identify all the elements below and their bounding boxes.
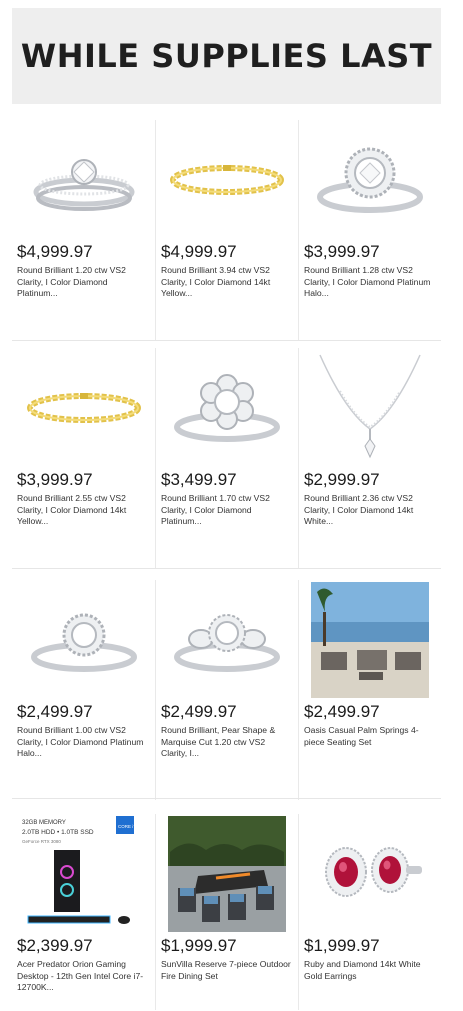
product-price[interactable]: $2,499.97 [161, 702, 237, 722]
halo-diamond-ring-icon[interactable] [303, 120, 437, 240]
product-description[interactable]: Round Brilliant, Pear Shape & Marquise C… [161, 725, 291, 760]
product-card[interactable]: $3,999.97 Round Brilliant 1.28 ctw VS2 C… [298, 120, 441, 340]
product-price[interactable]: $2,499.97 [17, 702, 93, 722]
product-card[interactable]: $1,999.97 SunVilla Reserve 7-piece Outdo… [155, 814, 298, 1010]
row-divider [12, 568, 441, 569]
product-price[interactable]: $1,999.97 [161, 936, 237, 956]
product-description[interactable]: Round Brilliant 1.70 ctw VS2 Clarity, I … [161, 493, 291, 528]
product-description[interactable]: Round Brilliant 1.00 ctw VS2 Clarity, I … [17, 725, 147, 760]
three-stone-diamond-ring-icon[interactable] [160, 580, 294, 700]
banner-title: WHILE SUPPLIES LAST [20, 37, 433, 75]
gold-link-bracelet-icon[interactable] [16, 348, 151, 468]
promo-banner: WHILE SUPPLIES LAST [12, 8, 441, 104]
product-price[interactable]: $3,499.97 [161, 470, 237, 490]
product-price[interactable]: $2,999.97 [304, 470, 380, 490]
product-row: 32GB MEMORY 2.0TB HDD • 1.0TB SSD GeForc… [12, 814, 441, 1010]
product-description[interactable]: Ruby and Diamond 14kt White Gold Earring… [304, 959, 434, 982]
desktop-storage-text: 2.0TB HDD • 1.0TB SSD [22, 829, 94, 836]
halo-diamond-ring-icon[interactable] [16, 580, 151, 700]
product-description[interactable]: Acer Predator Orion Gaming Desktop - 12t… [17, 959, 147, 994]
product-card[interactable]: $2,499.97 Round Brilliant, Pear Shape & … [155, 580, 298, 800]
product-price[interactable]: $4,999.97 [17, 242, 93, 262]
product-description[interactable]: Oasis Casual Palm Springs 4-piece Seatin… [304, 725, 434, 748]
product-card[interactable]: $3,499.97 Round Brilliant 1.70 ctw VS2 C… [155, 348, 298, 568]
product-row: $3,999.97 Round Brilliant 2.55 ctw VS2 C… [12, 348, 441, 568]
diamond-necklace-icon[interactable] [303, 348, 437, 468]
ruby-diamond-earrings-icon[interactable] [303, 814, 437, 934]
row-divider [12, 340, 441, 341]
gold-link-bracelet-icon[interactable] [160, 120, 294, 240]
product-description[interactable]: Round Brilliant 2.55 ctw VS2 Clarity, I … [17, 493, 147, 528]
product-card[interactable]: $2,499.97 Oasis Casual Palm Springs 4-pi… [298, 580, 441, 800]
product-card[interactable]: $4,999.97 Round Brilliant 1.20 ctw VS2 C… [12, 120, 155, 340]
product-description[interactable]: Round Brilliant 1.20 ctw VS2 Clarity, I … [17, 265, 147, 300]
product-description[interactable]: Round Brilliant 1.28 ctw VS2 Clarity, I … [304, 265, 434, 300]
product-row: $2,499.97 Round Brilliant 1.00 ctw VS2 C… [12, 580, 441, 800]
product-description[interactable]: Round Brilliant 3.94 ctw VS2 Clarity, I … [161, 265, 291, 300]
product-description[interactable]: Round Brilliant 2.36 ctw VS2 Clarity, I … [304, 493, 434, 528]
patio-seating-set-icon[interactable] [303, 580, 437, 700]
product-card[interactable]: $3,999.97 Round Brilliant 2.55 ctw VS2 C… [12, 348, 155, 568]
product-card[interactable]: $2,999.97 Round Brilliant 2.36 ctw VS2 C… [298, 348, 441, 568]
product-price[interactable]: $4,999.97 [161, 242, 237, 262]
product-price[interactable]: $3,999.97 [304, 242, 380, 262]
outdoor-fire-dining-set-icon[interactable] [160, 814, 294, 934]
product-card[interactable]: 32GB MEMORY 2.0TB HDD • 1.0TB SSD GeForc… [12, 814, 155, 1010]
product-price[interactable]: $1,999.97 [304, 936, 380, 956]
product-price[interactable]: $2,399.97 [17, 936, 93, 956]
flower-diamond-ring-icon[interactable] [160, 348, 294, 468]
product-description[interactable]: SunVilla Reserve 7-piece Outdoor Fire Di… [161, 959, 291, 982]
row-divider [12, 798, 441, 799]
intel-core-badge-text: CORE i7 [118, 824, 136, 829]
diamond-bridal-ring-set-icon[interactable] [16, 120, 151, 240]
product-price[interactable]: $3,999.97 [17, 470, 93, 490]
desktop-memory-text: 32GB MEMORY [22, 820, 66, 826]
product-card[interactable]: $1,999.97 Ruby and Diamond 14kt White Go… [298, 814, 441, 1010]
product-card[interactable]: $2,499.97 Round Brilliant 1.00 ctw VS2 C… [12, 580, 155, 800]
gaming-desktop-icon[interactable]: 32GB MEMORY 2.0TB HDD • 1.0TB SSD GeForc… [16, 814, 151, 934]
product-price[interactable]: $2,499.97 [304, 702, 380, 722]
product-row: $4,999.97 Round Brilliant 1.20 ctw VS2 C… [12, 120, 441, 340]
product-card[interactable]: $4,999.97 Round Brilliant 3.94 ctw VS2 C… [155, 120, 298, 340]
desktop-gpu-text: GeForce RTX 3080 [22, 839, 61, 844]
